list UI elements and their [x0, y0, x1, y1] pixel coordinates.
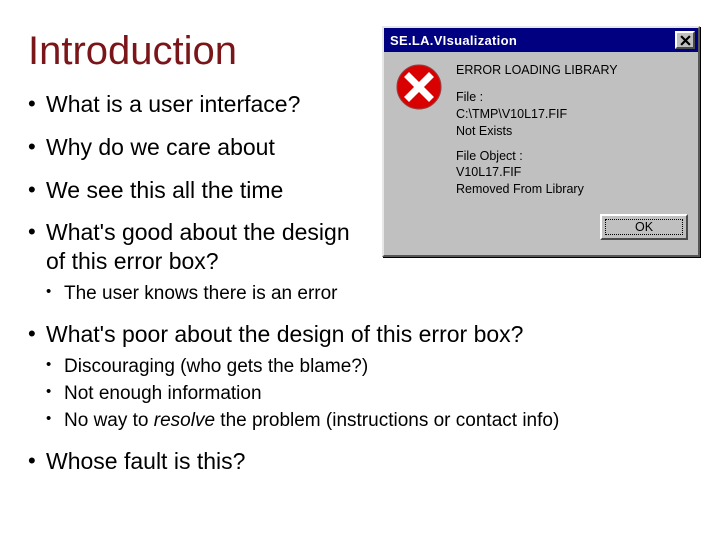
bullet-text: What's poor about the design of this err…: [46, 321, 523, 347]
bullet-item: We see this all the time: [28, 176, 368, 205]
file-status: Not Exists: [456, 123, 618, 140]
object-label: File Object :: [456, 148, 618, 165]
object-status: Removed From Library: [456, 181, 618, 198]
error-text: ERROR LOADING LIBRARY File : C:\TMP\V10L…: [456, 62, 618, 198]
error-heading: ERROR LOADING LIBRARY: [456, 62, 618, 79]
error-dialog: SE.LA.VIsualization ERROR LOADING LIBRAR…: [382, 26, 700, 257]
bullet-text: What's good about the design of this err…: [46, 219, 350, 274]
bullet-item: Whose fault is this?: [28, 447, 692, 476]
error-row: ERROR LOADING LIBRARY File : C:\TMP\V10L…: [394, 62, 688, 198]
sub-item: No way to resolve the problem (instructi…: [46, 409, 692, 434]
lower-column: What's poor about the design of this err…: [28, 320, 692, 476]
file-path: C:\TMP\V10L17.FIF: [456, 106, 618, 123]
sub-item: Not enough information: [46, 382, 692, 407]
dialog-titlebar[interactable]: SE.LA.VIsualization: [384, 28, 698, 52]
error-icon: [394, 62, 444, 112]
ok-label: OK: [635, 220, 653, 234]
error-file-block: File : C:\TMP\V10L17.FIF Not Exists: [456, 89, 618, 140]
object-name: V10L17.FIF: [456, 164, 618, 181]
error-object-block: File Object : V10L17.FIF Removed From Li…: [456, 148, 618, 199]
slide: Introduction What is a user interface? W…: [0, 0, 720, 540]
emphasis: resolve: [154, 410, 215, 431]
bullet-list-bottom: What's poor about the design of this err…: [28, 320, 692, 476]
dialog-body: ERROR LOADING LIBRARY File : C:\TMP\V10L…: [384, 52, 698, 255]
sub-item: The user knows there is an error: [46, 282, 368, 307]
left-column: What is a user interface? Why do we care…: [28, 90, 368, 306]
file-label: File :: [456, 89, 618, 106]
bullet-item: What is a user interface?: [28, 90, 368, 119]
sub-list: The user knows there is an error: [46, 282, 368, 307]
bullet-item: What's poor about the design of this err…: [28, 320, 692, 433]
ok-button[interactable]: OK: [600, 214, 688, 240]
sub-list: Discouraging (who gets the blame?) Not e…: [46, 355, 692, 433]
close-icon: [680, 35, 691, 46]
dialog-title: SE.LA.VIsualization: [390, 33, 517, 48]
close-button[interactable]: [675, 31, 695, 49]
ok-row: OK: [394, 214, 688, 243]
sub-item: Discouraging (who gets the blame?): [46, 355, 692, 380]
bullet-item: What's good about the design of this err…: [28, 218, 368, 306]
bullet-item: Why do we care about: [28, 133, 368, 162]
bullet-list-top: What is a user interface? Why do we care…: [28, 90, 368, 306]
